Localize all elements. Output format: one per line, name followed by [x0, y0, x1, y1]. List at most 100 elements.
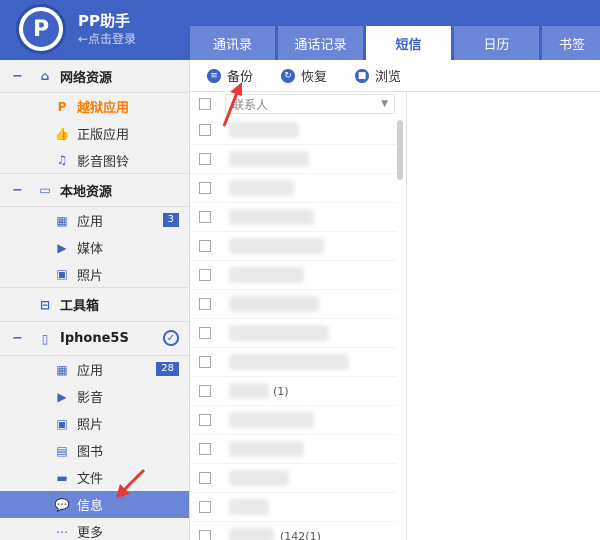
list-item[interactable]: (1) [191, 377, 397, 406]
list-item[interactable] [191, 319, 397, 348]
browse-button[interactable]: ■ 浏览 [355, 66, 401, 85]
section-device[interactable]: − ▯ Iphone5S ✓ [0, 322, 189, 356]
row-checkbox[interactable] [199, 472, 211, 484]
row-checkbox[interactable] [199, 327, 211, 339]
list-item[interactable] [191, 348, 397, 377]
row-checkbox[interactable] [199, 530, 211, 540]
row-checkbox[interactable] [199, 240, 211, 252]
count-badge: 28 [156, 362, 179, 376]
app-title: PP助手 [78, 12, 130, 30]
list-item[interactable] [191, 203, 397, 232]
sidebar-item-device-messages[interactable]: 💬 信息 [0, 491, 189, 518]
list-item[interactable] [191, 406, 397, 435]
sidebar-item-label: 文件 [77, 472, 104, 487]
sidebar-item-label: 照片 [77, 418, 104, 433]
sidebar-item-official-apps[interactable]: 👍 正版应用 [0, 120, 189, 147]
video-icon: ▶ [57, 389, 67, 404]
sidebar-item-label: 影音图铃 [77, 154, 130, 170]
blurred-contact [229, 441, 304, 457]
row-checkbox[interactable] [199, 385, 211, 397]
section-local-resources[interactable]: − ▭ 本地资源 [0, 174, 189, 207]
list-scrollbar[interactable] [397, 120, 403, 180]
blurred-contact [229, 180, 294, 196]
list-item[interactable] [191, 232, 397, 261]
blurred-contact [229, 209, 314, 225]
row-checkbox[interactable] [199, 414, 211, 426]
section-title: 网络资源 [60, 70, 113, 86]
sidebar-item-label: 应用 [77, 364, 104, 379]
blurred-contact [229, 151, 309, 167]
row-checkbox[interactable] [199, 211, 211, 223]
list-item[interactable] [191, 493, 397, 522]
sidebar-item-label: 图书 [77, 445, 104, 460]
section-title: 本地资源 [60, 184, 113, 200]
collapse-icon[interactable]: − [12, 183, 24, 198]
blurred-contact [229, 470, 289, 486]
sidebar-item-local-apps[interactable]: ▦ 应用 3 [0, 207, 189, 234]
folder-icon: ▬ [56, 470, 68, 485]
row-checkbox[interactable] [199, 182, 211, 194]
row-checkbox[interactable] [199, 443, 211, 455]
blurred-contact [229, 499, 269, 515]
row-checkbox[interactable] [199, 356, 211, 368]
list-item[interactable] [191, 290, 397, 319]
section-title: 工具箱 [60, 299, 100, 314]
message-list: 联系人 ▼ (1) (142(1) [191, 92, 407, 540]
book-icon: ▤ [56, 443, 68, 458]
login-link[interactable]: ←点击登录 [78, 30, 136, 47]
message-icon: 💬 [54, 497, 70, 512]
sidebar-item-device-apps[interactable]: ▦ 应用 28 [0, 356, 189, 383]
list-item[interactable] [191, 145, 397, 174]
collapse-icon[interactable]: − [12, 331, 24, 346]
row-checkbox[interactable] [199, 501, 211, 513]
top-tabs: 通讯录 通话记录 短信 日历 书签 [190, 26, 600, 60]
blurred-contact [229, 267, 304, 283]
count-badge: 3 [162, 213, 179, 227]
logo-glyph: P [23, 11, 59, 47]
section-toolbox[interactable]: ⊟ 工具箱 [0, 288, 189, 322]
row-checkbox[interactable] [199, 124, 211, 136]
browse-icon: ■ [355, 68, 370, 83]
sidebar-item-label: 媒体 [77, 242, 104, 257]
restore-button[interactable]: ↻ 恢复 [281, 66, 327, 85]
sidebar-item-device-media[interactable]: ▶ 影音 [0, 383, 189, 410]
tab-sms[interactable]: 短信 [366, 26, 451, 60]
restore-icon: ↻ [281, 68, 296, 83]
blurred-contact [229, 383, 269, 399]
sidebar-item-device-files[interactable]: ▬ 文件 [0, 464, 189, 491]
list-item[interactable]: (142(1) [191, 522, 397, 540]
browse-label: 浏览 [375, 70, 402, 85]
sidebar-item-jailbreak-apps[interactable]: P 越狱应用 [0, 93, 189, 120]
sidebar-item-media-ringtones[interactable]: ♫ 影音图铃 [0, 147, 189, 174]
sidebar-item-device-books[interactable]: ▤ 图书 [0, 437, 189, 464]
video-icon: ▶ [57, 240, 67, 255]
list-item[interactable] [191, 261, 397, 290]
blurred-contact [229, 325, 329, 341]
sidebar-item-local-media[interactable]: ▶ 媒体 [0, 234, 189, 261]
sidebar-item-label: 正版应用 [77, 128, 130, 143]
sidebar-item-local-photos[interactable]: ▣ 照片 [0, 261, 189, 288]
list-item[interactable] [191, 464, 397, 493]
collapse-icon[interactable]: − [12, 69, 24, 84]
annotation-arrow-backup [222, 82, 242, 127]
row-checkbox[interactable] [199, 153, 211, 165]
section-network-resources[interactable]: − ⌂ 网络资源 [0, 60, 189, 93]
tab-calendar[interactable]: 日历 [454, 26, 539, 60]
sidebar-item-label: 应用 [77, 215, 104, 230]
sidebar-item-device-photos[interactable]: ▣ 照片 [0, 410, 189, 437]
list-item[interactable] [191, 435, 397, 464]
blurred-contact [229, 528, 274, 540]
row-checkbox[interactable] [199, 298, 211, 310]
row-checkbox[interactable] [199, 269, 211, 281]
contact-column-header[interactable]: 联系人 ▼ [225, 94, 395, 114]
image-icon: ▣ [56, 267, 68, 281]
tab-bookmarks[interactable]: 书签 [542, 26, 600, 60]
annotation-arrow-messages [116, 468, 146, 498]
select-all-checkbox[interactable] [199, 98, 211, 110]
tab-call-log[interactable]: 通话记录 [278, 26, 363, 60]
more-icon: ⋯ [56, 524, 68, 539]
sidebar-item-device-more[interactable]: ⋯ 更多 [0, 518, 189, 540]
tab-contacts[interactable]: 通讯录 [190, 26, 275, 60]
sidebar-item-label: 越狱应用 [77, 101, 130, 116]
list-item[interactable] [191, 174, 397, 203]
